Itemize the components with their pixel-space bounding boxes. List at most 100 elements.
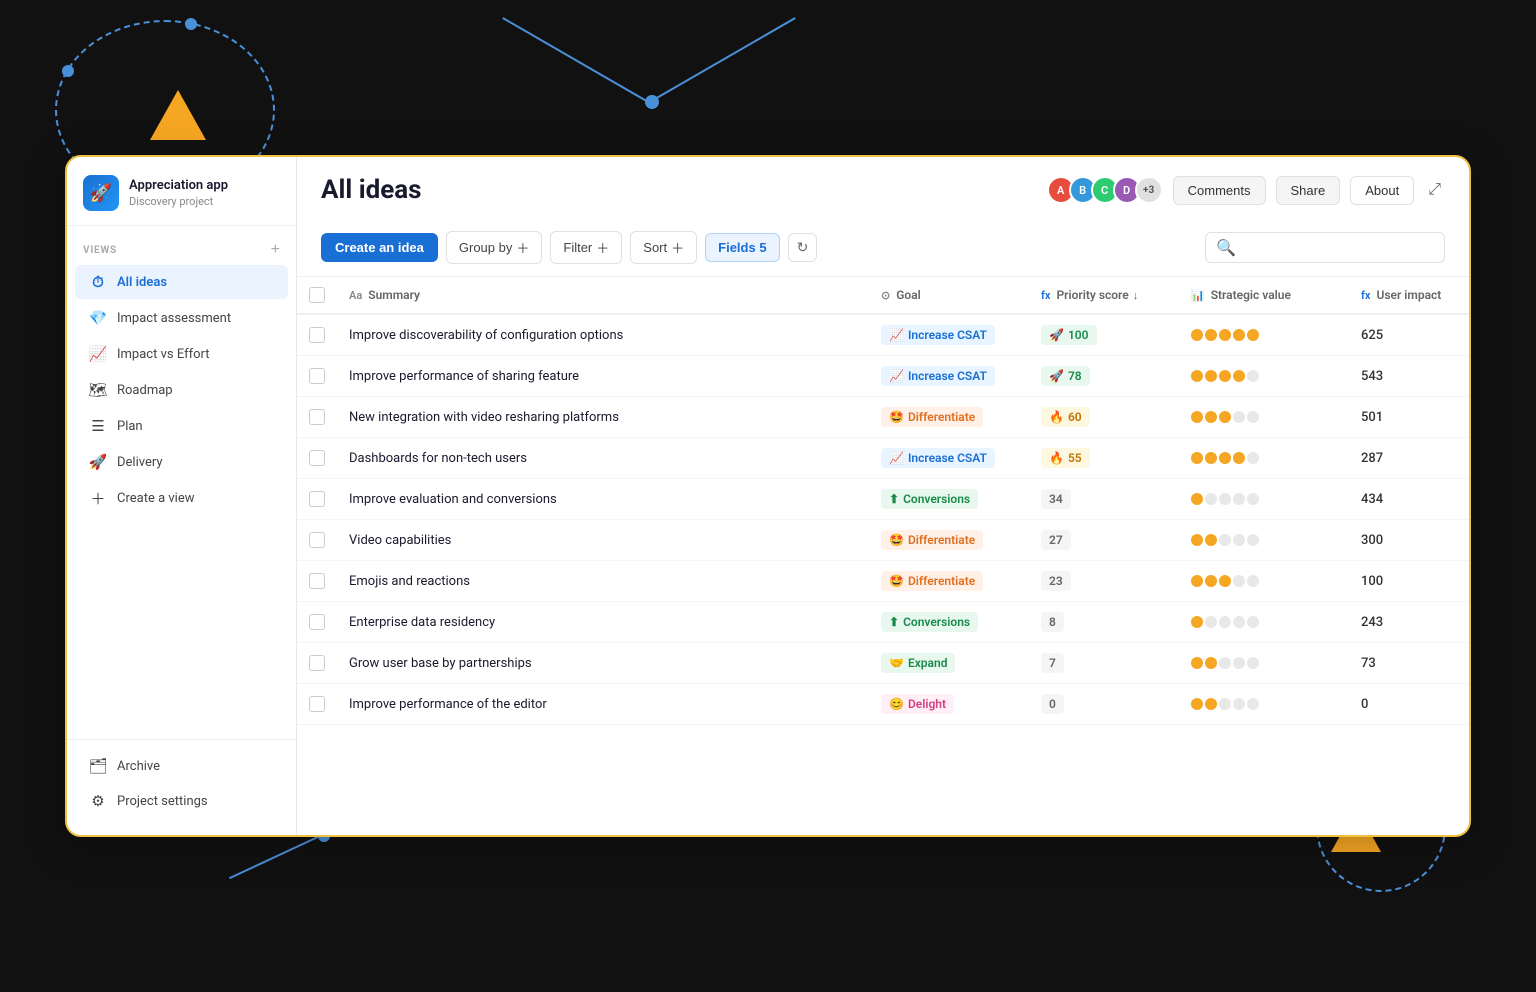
sidebar-item-settings[interactable]: ⚙ Project settings	[75, 784, 288, 818]
sidebar-item-plan[interactable]: ☰ Plan	[75, 409, 288, 443]
col-header-priority[interactable]: fx Priority score ↓	[1029, 277, 1179, 314]
group-by-plus-icon: ＋	[516, 238, 529, 257]
impact-value: 243	[1361, 615, 1383, 630]
impact-value: 625	[1361, 328, 1383, 343]
strategic-dots	[1191, 616, 1337, 628]
filter-button[interactable]: Filter ＋	[550, 231, 622, 264]
goal-emoji: 😊	[889, 697, 904, 711]
strategic-dots	[1191, 534, 1337, 546]
goal-emoji: 🤩	[889, 533, 904, 547]
table-row: Enterprise data residency ⬆ Conversions …	[297, 602, 1469, 643]
priority-value: 7	[1049, 656, 1056, 670]
row-checkbox[interactable]	[309, 368, 325, 384]
goal-label: Increase CSAT	[908, 369, 987, 383]
cell-impact: 300	[1349, 520, 1469, 561]
priority-badge: 7	[1041, 653, 1064, 673]
about-button[interactable]: About	[1350, 176, 1414, 205]
dot-empty	[1233, 493, 1245, 505]
deco-line-3	[229, 835, 320, 879]
sidebar-item-roadmap[interactable]: 🗺 Roadmap	[75, 373, 288, 407]
goal-emoji: 🤩	[889, 574, 904, 588]
row-checkbox[interactable]	[309, 491, 325, 507]
dot-empty	[1219, 698, 1231, 710]
fields-button[interactable]: Fields 5	[705, 233, 779, 262]
row-checkbox[interactable]	[309, 655, 325, 671]
cell-check	[297, 438, 337, 479]
sidebar-item-impact-assessment[interactable]: 💎 Impact assessment	[75, 301, 288, 335]
col-header-strategic[interactable]: 📊 Strategic value	[1179, 277, 1349, 314]
group-by-button[interactable]: Group by ＋	[446, 231, 543, 264]
table-row: Improve performance of sharing feature 📈…	[297, 356, 1469, 397]
expand-button[interactable]: ⤢	[1424, 177, 1445, 203]
add-view-button[interactable]: +	[271, 242, 280, 258]
priority-emoji: 🚀	[1049, 328, 1064, 342]
row-checkbox[interactable]	[309, 696, 325, 712]
row-checkbox[interactable]	[309, 327, 325, 343]
sidebar-item-archive[interactable]: 🗂 Archive	[75, 749, 288, 783]
priority-badge: 27	[1041, 530, 1071, 550]
priority-value: 100	[1068, 328, 1089, 342]
priority-badge: 🔥 60	[1041, 407, 1090, 427]
row-checkbox[interactable]	[309, 409, 325, 425]
roadmap-icon: 🗺	[89, 381, 107, 399]
filter-plus-icon: ＋	[596, 238, 609, 257]
goal-label: Differentiate	[908, 410, 975, 424]
dot-filled	[1233, 370, 1245, 382]
cell-check	[297, 356, 337, 397]
row-checkbox[interactable]	[309, 450, 325, 466]
row-checkbox[interactable]	[309, 573, 325, 589]
row-checkbox[interactable]	[309, 614, 325, 630]
impact-value: 434	[1361, 492, 1383, 507]
impact-col-icon: fx	[1361, 289, 1370, 302]
goal-label: Differentiate	[908, 533, 975, 547]
sort-button[interactable]: Sort ＋	[630, 231, 697, 264]
col-header-summary[interactable]: Aa Summary	[337, 277, 869, 314]
cell-summary: Emojis and reactions	[337, 561, 869, 602]
cell-summary: Improve discoverability of configuration…	[337, 314, 869, 356]
row-checkbox[interactable]	[309, 532, 325, 548]
priority-value: 78	[1068, 369, 1082, 383]
main-header: All ideas A B C D +3 Comments Share Abou…	[297, 157, 1469, 277]
sidebar-label-impact-effort: Impact vs Effort	[117, 347, 210, 362]
search-input[interactable]	[1242, 240, 1434, 255]
summary-text: Grow user base by partnerships	[349, 656, 532, 671]
dot-empty	[1219, 657, 1231, 669]
dot-filled	[1247, 329, 1259, 341]
deco-line-2	[648, 17, 796, 104]
col-header-impact[interactable]: fx User impact	[1349, 277, 1469, 314]
summary-text: Improve discoverability of configuration…	[349, 328, 623, 343]
sidebar-item-all-ideas[interactable]: ⏱ All ideas	[75, 265, 288, 299]
cell-impact: 73	[1349, 643, 1469, 684]
table-row: Grow user base by partnerships 🤝 Expand …	[297, 643, 1469, 684]
dot-filled	[1219, 575, 1231, 587]
deco-arrow-topleft	[150, 90, 206, 140]
priority-value: 34	[1049, 492, 1063, 506]
sidebar-item-impact-effort[interactable]: 📈 Impact vs Effort	[75, 337, 288, 371]
sidebar-item-create-view[interactable]: ＋ Create a view	[75, 481, 288, 515]
goal-badge: 📈 Increase CSAT	[881, 366, 995, 386]
dot-filled	[1205, 657, 1217, 669]
summary-text: Improve evaluation and conversions	[349, 492, 557, 507]
select-all-checkbox[interactable]	[309, 287, 325, 303]
col-header-goal[interactable]: ⊙ Goal	[869, 277, 1029, 314]
create-view-icon: ＋	[89, 489, 107, 507]
cell-strategic	[1179, 356, 1349, 397]
comments-button[interactable]: Comments	[1173, 176, 1266, 205]
deco-dot-2	[62, 65, 74, 77]
priority-badge: 8	[1041, 612, 1064, 632]
share-button[interactable]: Share	[1276, 176, 1341, 205]
sidebar-item-delivery[interactable]: 🚀 Delivery	[75, 445, 288, 479]
dot-empty	[1233, 534, 1245, 546]
strategic-dots	[1191, 370, 1337, 382]
table-row: New integration with video resharing pla…	[297, 397, 1469, 438]
create-idea-button[interactable]: Create an idea	[321, 233, 438, 262]
summary-text: Enterprise data residency	[349, 615, 495, 630]
deco-dot-1	[185, 18, 197, 30]
table-row: Improve discoverability of configuration…	[297, 314, 1469, 356]
summary-text: New integration with video resharing pla…	[349, 410, 619, 425]
cell-impact: 243	[1349, 602, 1469, 643]
refresh-button[interactable]: ↻	[788, 233, 818, 262]
cell-goal: ⬆ Conversions	[869, 602, 1029, 643]
avatar-extra: +3	[1135, 176, 1163, 204]
strategic-col-icon: 📊	[1191, 289, 1205, 302]
